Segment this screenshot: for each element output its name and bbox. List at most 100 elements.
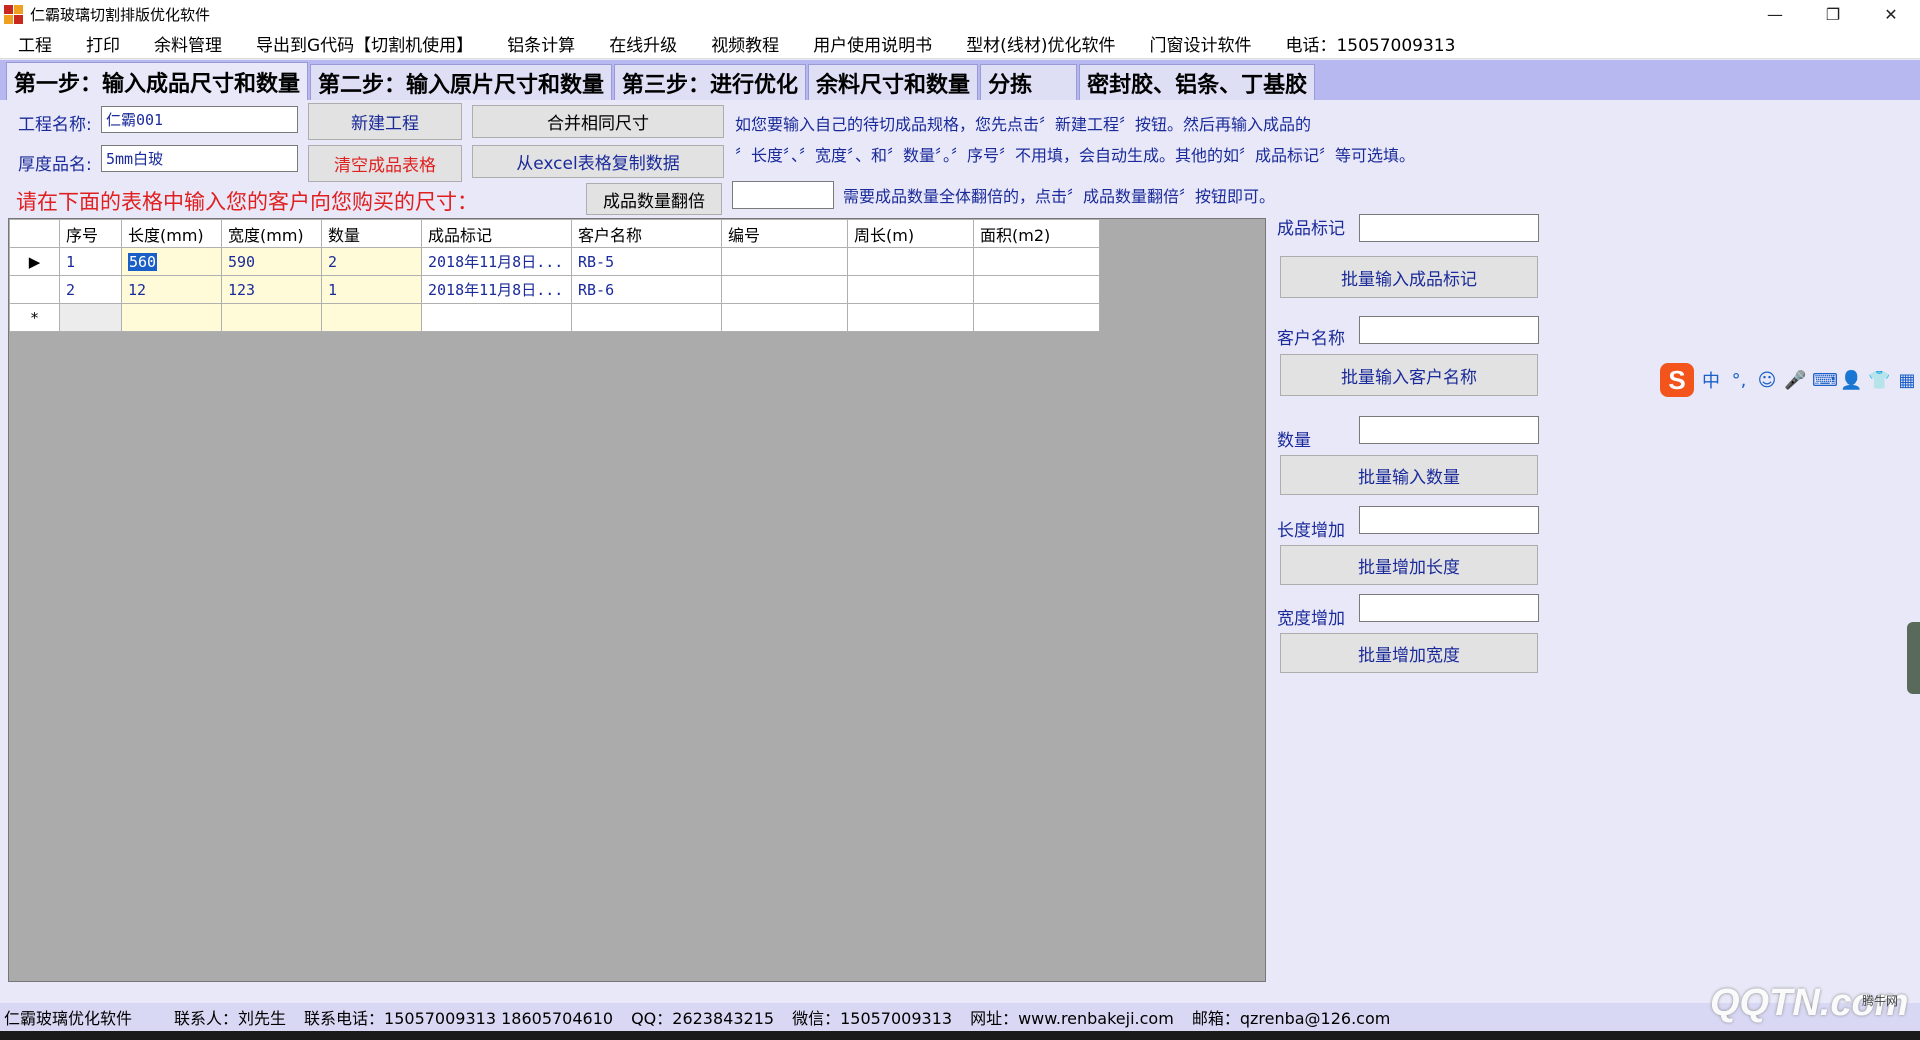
menu-video-tutorial[interactable]: 视频教程 (689, 31, 791, 56)
ime-punctuation-icon[interactable]: °, (1728, 370, 1750, 391)
new-cell-length[interactable] (121, 303, 222, 332)
ime-skin-icon[interactable]: 👕 (1868, 370, 1890, 391)
new-cell-mark[interactable] (421, 303, 572, 332)
cell-length-selected-text[interactable]: 560 (128, 252, 158, 271)
ime-toolbar: S 中 °, ☺ 🎤 ⌨ 👤 👕 ▦ (1660, 362, 1918, 398)
quantity-input[interactable] (1359, 416, 1539, 444)
sogou-logo-icon[interactable]: S (1660, 363, 1694, 397)
column-header-code[interactable]: 编号 (721, 219, 848, 248)
column-header-length[interactable]: 长度(mm) (121, 219, 222, 248)
menu-online-upgrade[interactable]: 在线升级 (587, 31, 689, 56)
watermark-small-text: 腾牛网 (1862, 994, 1899, 1008)
cell-length[interactable]: 560 (121, 247, 222, 276)
cell-mark[interactable]: 2018年11月8日... (421, 247, 572, 276)
column-header-index[interactable]: 序号 (59, 219, 122, 248)
batch-length-button[interactable]: 批量增加长度 (1280, 545, 1538, 585)
new-cell-index[interactable] (59, 303, 122, 332)
thickness-input[interactable]: 5mm白玻 (101, 145, 298, 172)
cell-customer[interactable]: RB-5 (571, 247, 722, 276)
batch-customer-button[interactable]: 批量输入客户名称 (1280, 354, 1538, 396)
column-header-perimeter[interactable]: 周长(m) (847, 219, 974, 248)
product-table: 序号 长度(mm) 宽度(mm) 数量 成品标记 客户名称 编号 周长(m) 面… (9, 219, 1100, 332)
thickness-label: 厚度品名: (18, 155, 92, 175)
ime-chinese-mode-icon[interactable]: 中 (1700, 367, 1722, 393)
column-header-customer[interactable]: 客户名称 (571, 219, 722, 248)
tab-sort[interactable]: 分拣 (980, 64, 1078, 100)
close-button[interactable]: ✕ (1862, 0, 1920, 29)
batch-width-button[interactable]: 批量增加宽度 (1280, 633, 1538, 673)
row-indicator[interactable] (9, 275, 60, 304)
minimize-button[interactable]: — (1746, 0, 1804, 29)
status-website: 网址：www.renbakeji.com (970, 1009, 1174, 1028)
menu-aluminum-calc[interactable]: 铝条计算 (485, 31, 587, 56)
cell-area[interactable] (973, 247, 1100, 276)
column-header-quantity[interactable]: 数量 (321, 219, 422, 248)
tab-step3[interactable]: 第三步：进行优化 (614, 64, 807, 100)
cell-index[interactable]: 2 (59, 275, 122, 304)
project-name-input[interactable]: 仁霸001 (101, 106, 298, 133)
new-cell-customer[interactable] (571, 303, 722, 332)
new-cell-code[interactable] (721, 303, 848, 332)
cell-mark[interactable]: 2018年11月8日... (421, 275, 572, 304)
new-cell-area[interactable] (973, 303, 1100, 332)
double-quantity-input[interactable] (732, 181, 834, 209)
ime-emoji-icon[interactable]: ☺ (1756, 370, 1778, 391)
product-grid[interactable]: 序号 长度(mm) 宽度(mm) 数量 成品标记 客户名称 编号 周长(m) 面… (8, 218, 1266, 982)
cell-customer[interactable]: RB-6 (571, 275, 722, 304)
restore-button[interactable]: ❐ (1804, 0, 1862, 29)
column-header-area[interactable]: 面积(m2) (973, 219, 1100, 248)
menu-project[interactable]: 工程 (0, 31, 64, 56)
tab-sealant[interactable]: 密封胶、铝条、丁基胶 (1079, 64, 1316, 100)
ime-menu-icon[interactable]: ▦ (1896, 370, 1918, 391)
tab-step1[interactable]: 第一步：输入成品尺寸和数量 (6, 62, 309, 100)
table-row[interactable]: 2 12 123 1 2018年11月8日... RB-6 (9, 275, 1100, 304)
width-increase-label: 宽度增加 (1277, 609, 1345, 629)
customer-input[interactable] (1359, 316, 1539, 344)
merge-sizes-button[interactable]: 合并相同尺寸 (472, 105, 724, 138)
tab-step2[interactable]: 第二步：输入原片尺寸和数量 (310, 64, 613, 100)
cell-width[interactable]: 590 (221, 247, 322, 276)
new-row-indicator[interactable]: * (9, 303, 60, 332)
ime-microphone-icon[interactable]: 🎤 (1784, 370, 1806, 391)
cell-quantity[interactable]: 1 (321, 275, 422, 304)
menu-export-gcode[interactable]: 导出到G代码【切割机使用】 (234, 31, 485, 56)
length-increase-input[interactable] (1359, 506, 1539, 534)
app-icon (4, 4, 24, 25)
cell-code[interactable] (721, 275, 848, 304)
row-indicator-icon[interactable]: ▶ (9, 247, 60, 276)
new-cell-quantity[interactable] (321, 303, 422, 332)
tab-remnant[interactable]: 余料尺寸和数量 (808, 64, 979, 100)
menu-remnant-management[interactable]: 余料管理 (132, 31, 234, 56)
ime-user-icon[interactable]: 👤 (1840, 370, 1862, 391)
menu-profile-software[interactable]: 型材(线材)优化软件 (944, 31, 1127, 56)
table-row[interactable]: ▶ 1 560 590 2 2018年11月8日... RB-5 (9, 247, 1100, 276)
batch-quantity-button[interactable]: 批量输入数量 (1280, 455, 1538, 495)
cell-width[interactable]: 123 (221, 275, 322, 304)
edge-scroll-handle[interactable] (1907, 622, 1920, 694)
cell-length[interactable]: 12 (121, 275, 222, 304)
batch-mark-button[interactable]: 批量输入成品标记 (1280, 256, 1538, 298)
menu-print[interactable]: 打印 (64, 31, 132, 56)
cell-index[interactable]: 1 (59, 247, 122, 276)
clear-table-button[interactable]: 清空成品表格 (308, 145, 462, 182)
mark-input[interactable] (1359, 214, 1539, 242)
copy-excel-button[interactable]: 从excel表格复制数据 (472, 145, 724, 178)
cell-perimeter[interactable] (847, 275, 974, 304)
menu-user-manual[interactable]: 用户使用说明书 (791, 31, 944, 56)
new-cell-width[interactable] (221, 303, 322, 332)
new-row[interactable]: * (9, 303, 1100, 332)
cell-quantity[interactable]: 2 (321, 247, 422, 276)
ime-keyboard-icon[interactable]: ⌨ (1812, 370, 1838, 391)
cell-code[interactable] (721, 247, 848, 276)
new-cell-perimeter[interactable] (847, 303, 974, 332)
menu-door-window-software[interactable]: 门窗设计软件 (1127, 31, 1263, 56)
cell-perimeter[interactable] (847, 247, 974, 276)
new-project-button[interactable]: 新建工程 (308, 103, 462, 140)
double-quantity-button[interactable]: 成品数量翻倍 (586, 183, 722, 215)
column-header-width[interactable]: 宽度(mm) (221, 219, 322, 248)
column-header-mark[interactable]: 成品标记 (421, 219, 572, 248)
grid-corner-cell[interactable] (9, 219, 60, 248)
cell-area[interactable] (973, 275, 1100, 304)
menu-bar: 工程 打印 余料管理 导出到G代码【切割机使用】 铝条计算 在线升级 视频教程 … (0, 29, 1920, 59)
width-increase-input[interactable] (1359, 594, 1539, 622)
